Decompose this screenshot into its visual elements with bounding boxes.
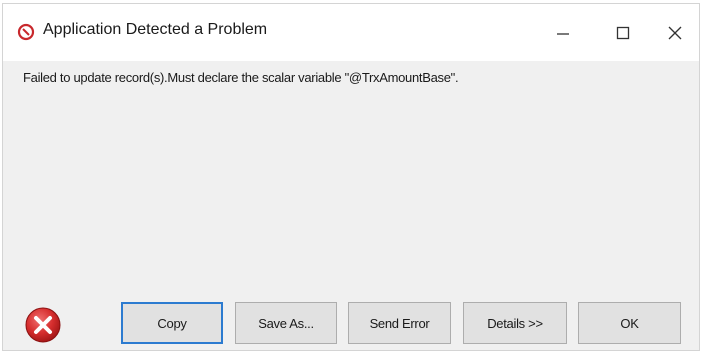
maximize-icon (616, 26, 630, 39)
copy-button[interactable]: Copy (121, 302, 223, 344)
error-icon (23, 305, 63, 345)
error-dialog-window: Application Detected a Problem Failed to… (2, 3, 700, 351)
details-button[interactable]: Details >> (463, 302, 567, 344)
window-title: Application Detected a Problem (43, 21, 268, 38)
maximize-button[interactable] (593, 4, 653, 61)
save-as-button[interactable]: Save As... (235, 302, 337, 344)
minimize-button[interactable] (533, 4, 593, 61)
close-button[interactable] (645, 4, 703, 61)
error-message: Failed to update record(s).Must declare … (23, 70, 459, 85)
error-circle-small-icon (17, 23, 35, 41)
send-error-button[interactable]: Send Error (348, 302, 451, 344)
minimize-icon (557, 32, 569, 35)
ok-button[interactable]: OK (578, 302, 681, 344)
title-bar[interactable]: Application Detected a Problem (3, 4, 699, 61)
close-icon (668, 26, 682, 39)
